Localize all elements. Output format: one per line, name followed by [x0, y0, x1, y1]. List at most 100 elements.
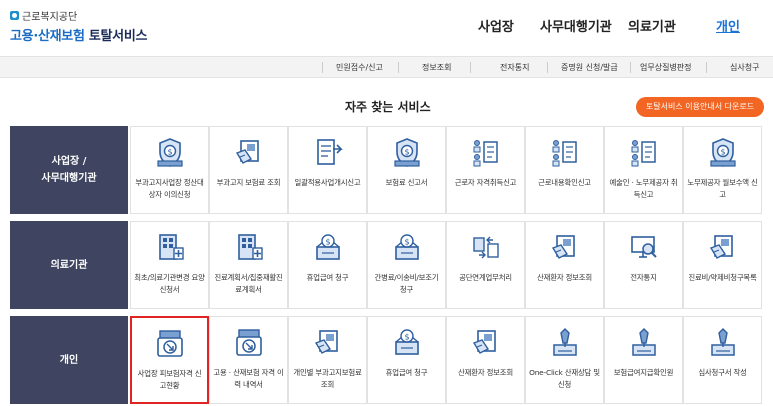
top-navigation: 사업장 사무대행기관 의료기관 개인 — [478, 16, 740, 35]
nav-medical[interactable]: 의료기관 — [628, 16, 716, 35]
service-tile[interactable]: 고용 · 산재보험 자격 이력 내역서 — [209, 316, 288, 404]
pen-document-icon — [631, 328, 656, 356]
logo-title: 고용·산재보험 토탈서비스 — [10, 25, 147, 44]
logo-title-part-c: 토탈서비스 — [84, 29, 148, 44]
service-tile-label: 최초/의료기관변경 요양신청서 — [134, 273, 205, 294]
service-tile-label: 근로내용확인신고 — [538, 178, 591, 187]
nav-personal[interactable]: 개인 — [716, 16, 740, 35]
row-category-label-line: 사업장 / — [51, 156, 87, 167]
subnav-complaint-report[interactable]: 민원접수/신고 — [336, 62, 383, 73]
service-tile-label: 보험료 신고서 — [385, 178, 428, 187]
logo-org-line: 근로복지공단 — [10, 8, 147, 23]
service-tile[interactable]: 공단연계업무처리 — [446, 221, 525, 309]
subnav-info-lookup[interactable]: 정보조회 — [422, 62, 451, 73]
people-checklist-icon — [551, 139, 577, 167]
document-arrow-icon — [316, 139, 342, 165]
service-tile[interactable]: 산재환자 정보조회 — [446, 316, 525, 404]
service-tile[interactable]: 휴업급여 청구 — [367, 316, 446, 404]
row-category-label: 개인 — [10, 316, 128, 404]
row-category-label: 사업장 / 사무대행기관 — [10, 126, 128, 214]
service-tile[interactable]: 예술인 · 노무제공자 취득신고 — [604, 126, 683, 214]
service-row: 의료기관최초/의료기관변경 요양신청서 진료계획서/집중재활진료계획서 휴업급여 청… — [10, 221, 765, 309]
hospital-building-icon — [237, 234, 263, 260]
service-tile[interactable]: 근로내용확인신고 — [525, 126, 604, 214]
service-tile[interactable]: 진료비/약제비청구목록 — [683, 221, 762, 309]
service-tile-label: 산재환자 정보조회 — [537, 273, 592, 282]
service-tile-label: 산재환자 정보조회 — [458, 368, 513, 377]
subnav-certificate[interactable]: 증명원 신청/발급 — [561, 62, 618, 73]
shield-coin-icon — [393, 138, 420, 167]
row-category-label-line: 개인 — [59, 354, 79, 366]
service-tile[interactable]: 심사청구서 작성 — [683, 316, 762, 404]
service-tile[interactable]: 근로자 자격취득신고 — [446, 126, 525, 214]
service-tile[interactable]: 전자통지 — [604, 221, 683, 309]
site-logo[interactable]: 근로복지공단 고용·산재보험 토탈서비스 — [10, 8, 147, 44]
subnav-occupational-disease[interactable]: 업무상질병판정 — [640, 62, 692, 73]
coin-box-icon — [394, 329, 419, 355]
service-tile[interactable]: 휴업급여 청구 — [288, 221, 367, 309]
shield-coin-icon — [156, 138, 183, 167]
service-tile[interactable]: 개인별 부과고지보험료 조회 — [288, 316, 367, 404]
subnav-divider — [706, 62, 707, 73]
service-tile[interactable]: 사업장 피보험자격 신고현황 — [130, 316, 209, 404]
service-tile[interactable]: One-Click 산재상담 및 신청 — [525, 316, 604, 404]
service-tile-label: 일괄적용사업개시신고 — [294, 178, 361, 187]
service-tile-label: 근로자 자격취득신고 — [454, 178, 517, 187]
service-tile-label: 예술인 · 노무제공자 취득신고 — [609, 178, 678, 199]
service-tile[interactable]: 부과고지 보험료 조회 — [209, 126, 288, 214]
service-tile-label: 진료계획서/집중재활진료계획서 — [214, 273, 283, 294]
service-tile-label: 보험급여지급확인원 — [613, 368, 674, 377]
monitor-search-icon — [630, 236, 657, 258]
people-checklist-icon — [472, 139, 498, 167]
service-tile[interactable]: 간병료/이송비/보조기 청구 — [367, 221, 446, 309]
service-tile-label: 사업장 피보험자격 신고현황 — [137, 369, 202, 390]
sub-navigation: 민원접수/신고 정보조회 전자통지 증명원 신청/발급 업무상질병판정 심사청구 — [0, 56, 773, 78]
guide-download-button[interactable]: 토탈서비스 이용안내서 다운로드 — [636, 97, 764, 117]
people-checklist-icon — [630, 139, 656, 167]
coin-box-icon — [315, 234, 340, 260]
service-tile-label: 고용 · 산재보험 자격 이력 내역서 — [213, 368, 284, 389]
document-search-icon — [314, 330, 338, 354]
subnav-divider — [398, 62, 399, 73]
coin-box-icon — [394, 234, 419, 260]
site-header: 근로복지공단 고용·산재보험 토탈서비스 사업장 사무대행기관 의료기관 개인 — [0, 0, 773, 50]
service-tile[interactable]: 보험급여지급확인원 — [604, 316, 683, 404]
service-tile[interactable]: 산재환자 정보조회 — [525, 221, 604, 309]
subnav-divider — [630, 62, 631, 73]
subnav-review-request[interactable]: 심사청구 — [730, 62, 759, 73]
hospital-building-icon — [158, 234, 184, 260]
service-tile-label: 휴업급여 청구 — [306, 273, 349, 282]
service-tile-label: 진료비/약제비청구목록 — [688, 273, 757, 282]
document-search-icon — [235, 140, 259, 164]
kcomwel-logo-icon — [10, 11, 19, 20]
pen-document-icon — [552, 328, 577, 356]
section-title: 자주 찾는 서비스 — [345, 100, 431, 114]
document-search-icon — [709, 235, 733, 259]
service-tile-label: 부과고지사업장 정산대상자 이의신청 — [135, 178, 204, 199]
service-tile[interactable]: 노무제공자 월보수액 신고 — [683, 126, 762, 214]
service-tile-label: 개인별 부과고지보험료 조회 — [293, 368, 362, 389]
service-tile[interactable]: 일괄적용사업개시신고 — [288, 126, 367, 214]
service-tile-label: 휴업급여 청구 — [385, 368, 428, 377]
service-row: 개인사업장 피보험자격 신고현황 고용 · 산재보험 자격 이력 내역서 개인별 부… — [10, 316, 765, 404]
service-tile[interactable]: 최초/의료기관변경 요양신청서 — [130, 221, 209, 309]
document-search-icon — [551, 235, 575, 259]
logo-title-part-a: 고용· — [10, 29, 38, 44]
document-download-icon — [156, 330, 183, 357]
service-tile[interactable]: 보험료 신고서 — [367, 126, 446, 214]
service-tile[interactable]: 부과고지사업장 정산대상자 이의신청 — [130, 126, 209, 214]
transfer-icon — [472, 236, 499, 259]
subnav-divider — [547, 62, 548, 73]
logo-org-name: 근로복지공단 — [22, 12, 78, 23]
row-category-label: 의료기관 — [10, 221, 128, 309]
service-tile[interactable]: 진료계획서/집중재활진료계획서 — [209, 221, 288, 309]
service-tile-label: 노무제공자 월보수액 신고 — [687, 178, 758, 199]
logo-title-part-b: 산재보험 — [37, 29, 85, 44]
service-tile-label: 부과고지 보험료 조회 — [216, 178, 281, 187]
service-row: 사업장 / 사무대행기관 부과고지사업장 정산대상자 이의신청 부과고지 보험료 조회… — [10, 126, 765, 214]
nav-agency[interactable]: 사무대행기관 — [540, 16, 628, 35]
service-tile-label: 간병료/이송비/보조기 청구 — [374, 273, 439, 294]
service-tile-label: One-Click 산재상담 및 신청 — [529, 368, 600, 389]
subnav-e-notice[interactable]: 전자통지 — [500, 62, 529, 73]
nav-business[interactable]: 사업장 — [478, 16, 540, 35]
